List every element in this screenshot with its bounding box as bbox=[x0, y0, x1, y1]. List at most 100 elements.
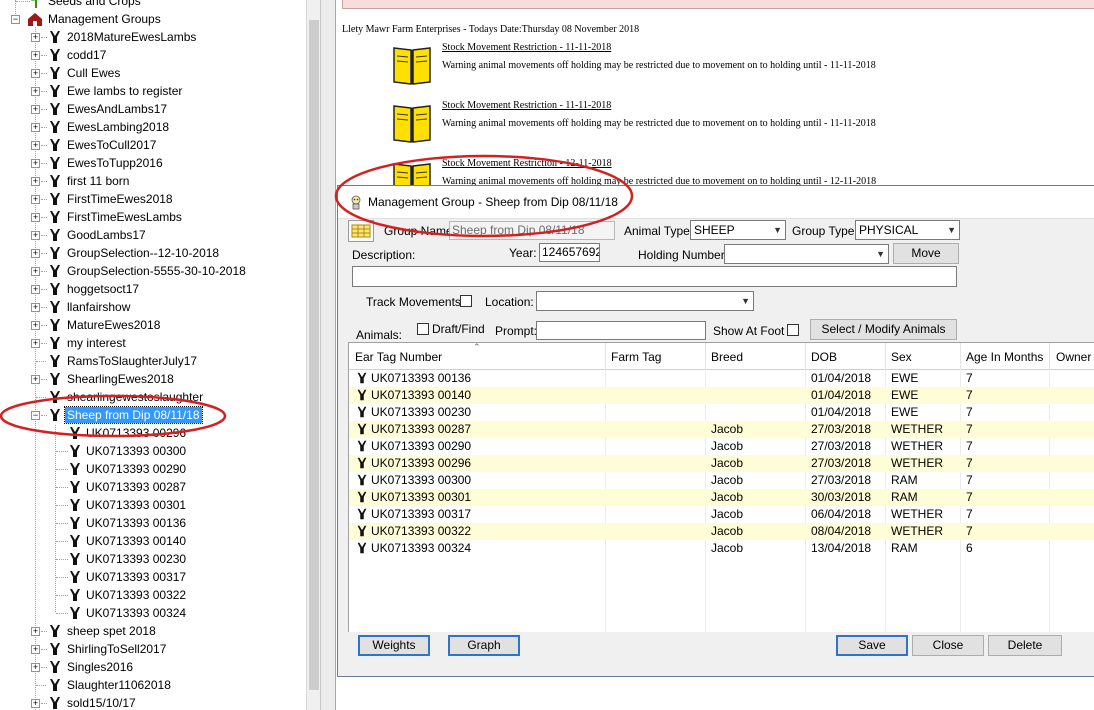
tree-item-group[interactable]: + sold15/10/17 bbox=[0, 694, 306, 710]
tree-item-group[interactable]: + Ewe lambs to register bbox=[0, 82, 306, 100]
tree-scrollbar-thumb[interactable] bbox=[309, 20, 319, 690]
prompt-field[interactable] bbox=[536, 321, 706, 340]
expand-icon[interactable]: + bbox=[31, 249, 40, 258]
tree-item-group[interactable]: + ShearlingEwes2018 bbox=[0, 370, 306, 388]
table-row[interactable]: UK0713393 00290 Jacob 27/03/2018 WETHER 7 bbox=[349, 438, 1094, 455]
group-name-field[interactable]: Sheep from Dip 08/11/18 bbox=[449, 221, 615, 240]
table-row[interactable]: UK0713393 00317 Jacob 06/04/2018 WETHER 7 bbox=[349, 506, 1094, 523]
expand-icon[interactable]: + bbox=[31, 69, 40, 78]
tree-item-animal[interactable]: UK0713393 00140 bbox=[0, 532, 306, 550]
save-button[interactable]: Save bbox=[836, 635, 908, 656]
expand-icon[interactable]: + bbox=[31, 141, 40, 150]
tree-item-group[interactable]: + EwesToTupp2016 bbox=[0, 154, 306, 172]
track-movements-checkbox[interactable] bbox=[460, 295, 472, 307]
expand-icon[interactable]: + bbox=[31, 663, 40, 672]
expand-icon[interactable]: + bbox=[31, 105, 40, 114]
tree-item-group[interactable]: + my interest bbox=[0, 334, 306, 352]
tree-item-seeds-and-crops[interactable]: Seeds and Crops bbox=[0, 0, 306, 10]
tree-item-animal[interactable]: UK0713393 00317 bbox=[0, 568, 306, 586]
tree-item-animal[interactable]: UK0713393 00290 bbox=[0, 460, 306, 478]
tree-item-group[interactable]: + FirstTimeEwes2018 bbox=[0, 190, 306, 208]
expand-icon[interactable]: + bbox=[31, 87, 40, 96]
table-row[interactable]: UK0713393 00140 01/04/2018 EWE 7 bbox=[349, 387, 1094, 404]
tree-item-group[interactable]: + GroupSelection--12-10-2018 bbox=[0, 244, 306, 262]
tree-item-group[interactable]: + EwesAndLambs17 bbox=[0, 100, 306, 118]
weights-button[interactable]: Weights bbox=[358, 635, 430, 656]
table-row[interactable]: UK0713393 00296 Jacob 27/03/2018 WETHER 7 bbox=[349, 455, 1094, 472]
tree-item-group[interactable]: Slaughter11062018 bbox=[0, 676, 306, 694]
tree-item-management-groups[interactable]: − Management Groups bbox=[0, 10, 306, 28]
navigation-tree[interactable]: Seeds and Crops − Management Groups +2018Ma… bbox=[0, 0, 306, 710]
expand-icon[interactable]: + bbox=[31, 267, 40, 276]
tree-item-group[interactable]: + EwesLambing2018 bbox=[0, 118, 306, 136]
tree-item-group[interactable]: + GoodLambs17 bbox=[0, 226, 306, 244]
tree-item-group[interactable]: RamsToSlaughterJuly17 bbox=[0, 352, 306, 370]
column-separator[interactable] bbox=[605, 343, 606, 369]
notice-title-link[interactable]: Stock Movement Restriction - 11-11-2018 bbox=[442, 42, 611, 53]
column-header[interactable]: Ear Tag Number bbox=[355, 350, 442, 364]
expand-icon[interactable]: + bbox=[31, 375, 40, 384]
graph-button[interactable]: Graph bbox=[448, 635, 520, 656]
collapse-icon[interactable]: − bbox=[11, 15, 20, 24]
column-header[interactable]: DOB bbox=[811, 350, 837, 364]
table-row[interactable]: UK0713393 00230 01/04/2018 EWE 7 bbox=[349, 404, 1094, 421]
animal-type-select[interactable]: SHEEP ▼ bbox=[690, 220, 786, 240]
tree-item-group[interactable]: + sheep spet 2018 bbox=[0, 622, 306, 640]
tree-item-group[interactable]: + MatureEwes2018 bbox=[0, 316, 306, 334]
location-select[interactable]: ▼ bbox=[536, 291, 754, 311]
tree-scrollbar[interactable] bbox=[306, 0, 321, 710]
expand-icon[interactable]: + bbox=[31, 159, 40, 168]
column-header[interactable]: Owner bbox=[1056, 350, 1091, 364]
tree-item-group[interactable]: + first 11 born bbox=[0, 172, 306, 190]
tree-item-animal[interactable]: UK0713393 00296 bbox=[0, 424, 306, 442]
close-button[interactable]: Close bbox=[912, 635, 984, 656]
expand-icon[interactable]: + bbox=[31, 627, 40, 636]
tree-item-group[interactable]: + ShirlingToSell2017 bbox=[0, 640, 306, 658]
tree-item-group[interactable]: + EwesToCull2017 bbox=[0, 136, 306, 154]
collapse-icon[interactable]: − bbox=[31, 411, 40, 420]
table-icon[interactable] bbox=[348, 220, 374, 242]
expand-icon[interactable]: + bbox=[31, 33, 40, 42]
draft-find-checkbox[interactable] bbox=[417, 323, 429, 335]
year-field[interactable]: 124657692 bbox=[539, 243, 600, 262]
expand-icon[interactable]: + bbox=[31, 303, 40, 312]
expand-icon[interactable]: + bbox=[31, 231, 40, 240]
tree-item-animal[interactable]: UK0713393 00300 bbox=[0, 442, 306, 460]
show-at-foot-checkbox[interactable] bbox=[787, 324, 799, 336]
expand-icon[interactable]: + bbox=[31, 321, 40, 330]
tree-item-group[interactable]: +2018MatureEwesLambs bbox=[0, 28, 306, 46]
select-modify-animals-button[interactable]: Select / Modify Animals bbox=[810, 319, 957, 340]
table-row[interactable]: UK0713393 00322 Jacob 08/04/2018 WETHER 7 bbox=[349, 523, 1094, 540]
holding-number-select[interactable]: ▼ bbox=[724, 244, 889, 264]
table-row[interactable]: UK0713393 00300 Jacob 27/03/2018 RAM 7 bbox=[349, 472, 1094, 489]
column-separator[interactable] bbox=[960, 343, 961, 369]
expand-icon[interactable]: + bbox=[31, 645, 40, 654]
delete-button[interactable]: Delete bbox=[988, 635, 1062, 656]
table-row[interactable]: UK0713393 00324 Jacob 13/04/2018 RAM 6 bbox=[349, 540, 1094, 557]
table-row[interactable]: UK0713393 00287 Jacob 27/03/2018 WETHER 7 bbox=[349, 421, 1094, 438]
column-separator[interactable] bbox=[805, 343, 806, 369]
tree-item-group[interactable]: + Cull Ewes bbox=[0, 64, 306, 82]
tree-item-animal[interactable]: UK0713393 00324 bbox=[0, 604, 306, 622]
tree-item-animal[interactable]: UK0713393 00230 bbox=[0, 550, 306, 568]
expand-icon[interactable]: + bbox=[31, 213, 40, 222]
column-header[interactable]: Breed bbox=[711, 350, 743, 364]
expand-icon[interactable]: + bbox=[31, 285, 40, 294]
tree-item-group[interactable]: + GroupSelection-5555-30-10-2018 bbox=[0, 262, 306, 280]
tree-item-group[interactable]: + hoggetsoct17 bbox=[0, 280, 306, 298]
tree-item-group[interactable]: + llanfairshow bbox=[0, 298, 306, 316]
expand-icon[interactable]: + bbox=[31, 177, 40, 186]
expand-icon[interactable]: + bbox=[31, 51, 40, 60]
expand-icon[interactable]: + bbox=[31, 195, 40, 204]
column-header[interactable]: Age In Months bbox=[966, 350, 1043, 364]
table-row[interactable]: UK0713393 00136 01/04/2018 EWE 7 bbox=[349, 370, 1094, 387]
tree-item-group[interactable]: + Singles2016 bbox=[0, 658, 306, 676]
column-header[interactable]: Sex bbox=[891, 350, 912, 364]
description-field[interactable] bbox=[352, 266, 957, 287]
tree-item-animal[interactable]: UK0713393 00322 bbox=[0, 586, 306, 604]
table-row[interactable]: UK0713393 00301 Jacob 30/03/2018 RAM 7 bbox=[349, 489, 1094, 506]
tree-item-animal[interactable]: UK0713393 00136 bbox=[0, 514, 306, 532]
column-separator[interactable] bbox=[885, 343, 886, 369]
notice-title-link[interactable]: Stock Movement Restriction - 12-11-2018 bbox=[442, 158, 612, 169]
tree-item-animal[interactable]: UK0713393 00287 bbox=[0, 478, 306, 496]
